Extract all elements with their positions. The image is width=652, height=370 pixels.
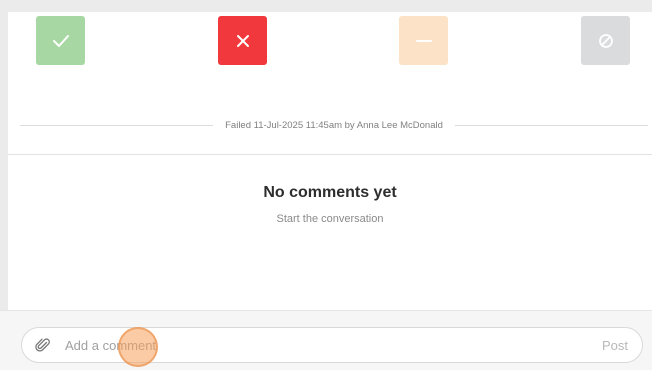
separator-line bbox=[454, 124, 649, 126]
pass-button[interactable] bbox=[36, 16, 85, 65]
empty-comments-title: No comments yet bbox=[263, 184, 397, 201]
close-icon bbox=[236, 34, 249, 47]
blocked-icon bbox=[598, 33, 613, 48]
fail-button[interactable] bbox=[218, 16, 267, 65]
check-icon bbox=[52, 34, 69, 47]
comment-input[interactable]: Add a comment Post bbox=[21, 327, 643, 363]
paperclip-icon[interactable] bbox=[35, 337, 51, 353]
not-applicable-button[interactable] bbox=[399, 16, 448, 65]
separator-line bbox=[20, 124, 214, 126]
cursor-indicator bbox=[118, 327, 158, 367]
post-button[interactable]: Post bbox=[602, 338, 628, 353]
empty-comments-subtitle: Start the conversation bbox=[276, 213, 384, 225]
minus-icon bbox=[415, 39, 432, 42]
result-summary: Failed 11-Jul-2025 11:45am by Anna Lee M… bbox=[20, 117, 649, 133]
divider bbox=[8, 154, 652, 155]
skip-button[interactable] bbox=[581, 16, 630, 65]
comment-composer: Add a comment Post bbox=[0, 310, 652, 370]
result-text: Failed 11-Jul-2025 11:45am by Anna Lee M… bbox=[225, 119, 443, 131]
test-result-panel: Failed 11-Jul-2025 11:45am by Anna Lee M… bbox=[8, 12, 652, 310]
